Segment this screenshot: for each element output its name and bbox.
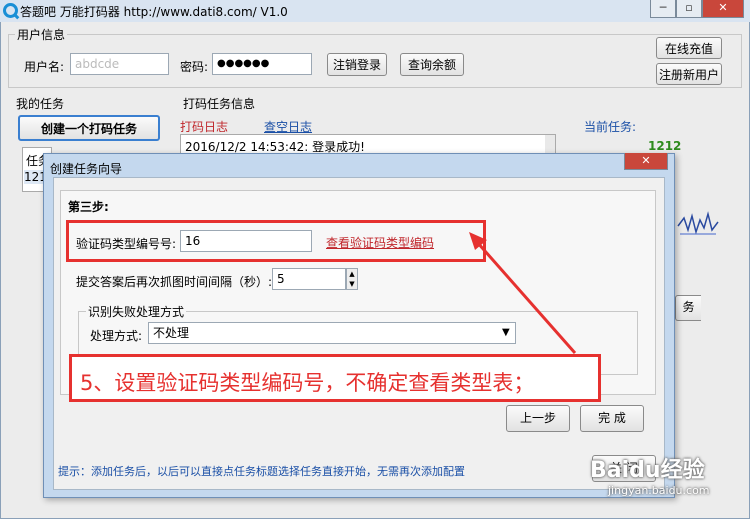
window-title: 答题吧 万能打码器 http://www.dati8.com/ V1.0 — [20, 5, 288, 19]
password-label: 密码: — [180, 60, 209, 74]
step-label: 第三步: — [68, 200, 109, 214]
prev-step-button[interactable]: 上一步 — [506, 405, 570, 432]
close-window-button[interactable]: ✕ — [702, 0, 744, 18]
annotation-highlight-box — [66, 220, 486, 262]
current-task-value: 1212 — [648, 139, 682, 153]
app-search-icon — [3, 3, 18, 18]
current-task-label: 当前任务: — [584, 120, 637, 134]
user-info-label: 用户信息 — [15, 26, 68, 43]
clear-log-link[interactable]: 查空日志 — [264, 118, 312, 135]
dialog-close-x-button[interactable]: ✕ — [624, 153, 668, 170]
handle-select[interactable]: 不处理 — [148, 322, 516, 344]
dialog-tip: 提示：添加任务后，以后可以直接点任务标题选择任务直接开始，无需再次添加配置 — [58, 465, 465, 478]
watermark-url: jingyan.baidu.com — [608, 484, 710, 497]
annotation-text: 5、设置验证码类型编码号，不确定查看类型表； — [80, 371, 535, 395]
task-info-label: 打码任务信息 — [183, 97, 256, 111]
register-button[interactable]: 注册新用户 — [656, 63, 722, 85]
username-input[interactable]: abdcde — [70, 53, 169, 75]
dialog-title: 创建任务向导 — [50, 162, 123, 176]
start-task-button[interactable]: 务 — [675, 295, 701, 321]
create-task-button[interactable]: 创建一个打码任务 — [18, 115, 160, 141]
handle-label: 处理方式: — [90, 329, 143, 343]
maximize-button[interactable]: ▫ — [676, 0, 702, 18]
failure-group-label: 识别失败处理方式 — [86, 303, 187, 320]
logout-button[interactable]: 注销登录 — [327, 53, 387, 76]
annotation-arrow-icon — [469, 232, 577, 354]
my-tasks-label: 我的任务 — [16, 97, 65, 111]
interval-label: 提交答案后再次抓图时间间隔（秒）: — [76, 275, 273, 289]
password-input[interactable]: ●●●●●● — [212, 53, 312, 75]
minimize-button[interactable]: ─ — [650, 0, 676, 18]
log-tab-link[interactable]: 打码日志 — [180, 118, 228, 135]
captcha-preview-icon — [677, 211, 719, 235]
username-label: 用户名: — [24, 60, 65, 74]
query-balance-button[interactable]: 查询余额 — [400, 53, 464, 76]
baidu-watermark: Baidu经验 — [590, 458, 705, 483]
recharge-button[interactable]: 在线充值 — [656, 37, 722, 59]
finish-button[interactable]: 完 成 — [580, 405, 644, 432]
interval-spinner[interactable]: ▲ ▼ — [346, 268, 358, 290]
interval-input[interactable]: 5 — [272, 268, 346, 290]
